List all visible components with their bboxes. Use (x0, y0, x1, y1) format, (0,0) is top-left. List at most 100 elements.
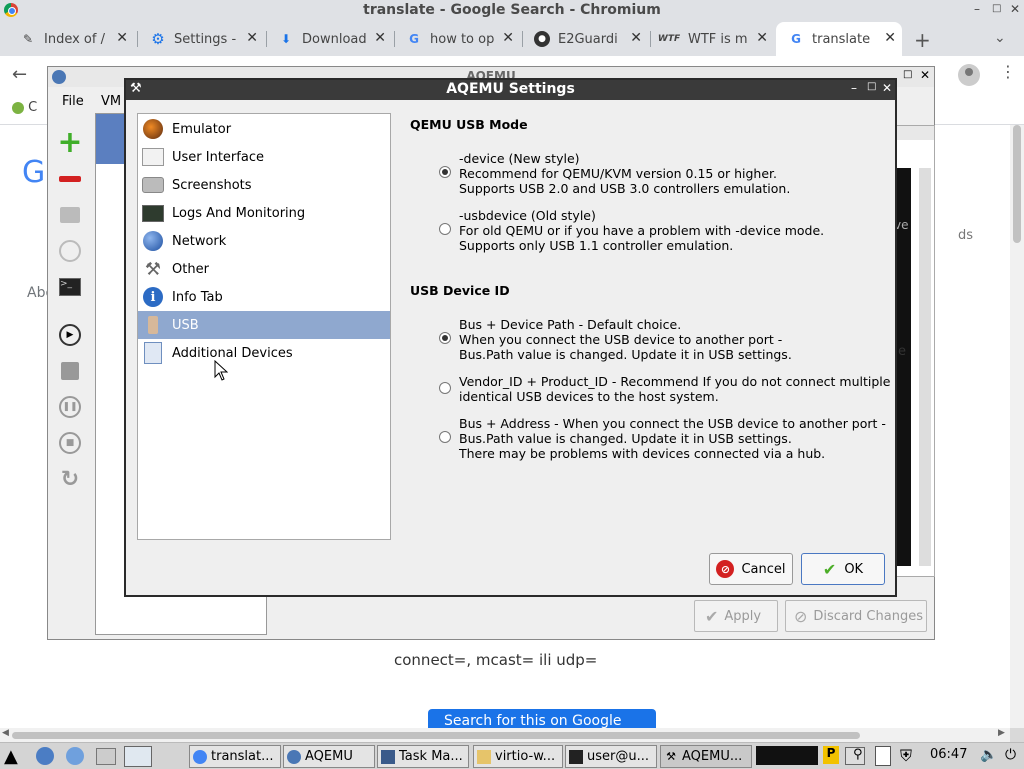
cancel-button[interactable]: ⊘ Cancel (709, 553, 793, 585)
avatar[interactable] (958, 64, 980, 86)
category-logs-and-monitoring[interactable]: Logs And Monitoring (138, 199, 390, 227)
close-tab-icon[interactable]: ✕ (884, 30, 896, 46)
search-on-google-label: Search for this on Google (444, 713, 622, 729)
maximize-icon[interactable]: □ (867, 81, 876, 92)
pause-icon: ❚❚ (59, 396, 81, 418)
start-menu-icon[interactable]: ▲ (4, 746, 18, 767)
pause-vm-button[interactable]: ❚❚ (56, 393, 84, 421)
category-emulator[interactable]: Emulator (138, 115, 390, 143)
close-tab-icon[interactable]: ✕ (116, 30, 128, 46)
tab-download[interactable]: ⬇ Download ✕ (266, 22, 392, 56)
usb-mode-device-radio[interactable] (439, 166, 451, 178)
vertical-scrollbar[interactable] (1010, 125, 1024, 728)
taskbar-item-chromium[interactable]: translat... (189, 745, 281, 768)
discard-changes-button[interactable]: ⊘ Discard Changes (785, 600, 927, 632)
menu-vm[interactable]: VM (101, 94, 121, 109)
delete-vm-button[interactable] (56, 165, 84, 193)
close-tab-icon[interactable]: ✕ (502, 30, 514, 46)
cancel-label: Cancel (741, 561, 786, 577)
tray-search-icon[interactable]: ⚲ (853, 747, 863, 762)
new-tab-button[interactable]: + (914, 28, 931, 52)
category-screenshots[interactable]: Screenshots (138, 171, 390, 199)
category-network[interactable]: Network (138, 227, 390, 255)
usb-id-bus-path-radio[interactable] (439, 332, 451, 344)
close-tab-icon[interactable]: ✕ (756, 30, 768, 46)
tab-how-to[interactable]: G how to op ✕ (394, 22, 520, 56)
tab-settings[interactable]: ⚙ Settings - ✕ (138, 22, 264, 56)
tray-shield-icon[interactable]: ⛨ (900, 746, 912, 766)
tray-clipboard-icon[interactable] (875, 746, 891, 766)
taskbar-item-virtio[interactable]: virtio-w... (473, 745, 563, 768)
vm-thumbnail[interactable] (96, 114, 126, 164)
minimize-icon[interactable]: – (851, 81, 857, 95)
desktop-launcher-icon[interactable] (124, 746, 152, 767)
usb-id-bus-address-radio[interactable] (439, 431, 451, 443)
close-icon[interactable]: ✕ (882, 81, 892, 95)
emulator-icon (142, 118, 164, 140)
chevron-down-icon[interactable]: ⌄ (994, 30, 1006, 46)
menu-icon[interactable]: ⋮ (1000, 62, 1016, 81)
cancel-circle-icon: ⊘ (716, 560, 735, 578)
usb-id-vendor-product-radio[interactable] (439, 382, 451, 394)
volume-icon[interactable]: 🔈 (980, 747, 997, 763)
taskbar-item-terminal[interactable]: user@u... (565, 745, 657, 768)
tools-icon: ⚒ (666, 750, 676, 763)
bookmark-item[interactable]: C (12, 100, 37, 115)
files-launcher-icon[interactable] (96, 748, 116, 765)
tab-wtf[interactable]: WTF WTF is m ✕ (646, 22, 774, 56)
usb-mode-usbdevice-radio[interactable] (439, 223, 451, 235)
apply-button[interactable]: ✔ Apply (694, 600, 778, 632)
save-vm-button[interactable] (56, 357, 84, 385)
stop-vm-button[interactable]: ■ (56, 429, 84, 457)
close-icon[interactable]: ✕ (920, 68, 930, 82)
clock: 06:47 (930, 747, 968, 762)
taskbar-item-aqemu[interactable]: AQEMU (283, 745, 375, 768)
power-icon[interactable]: ⏻ (1005, 747, 1016, 763)
browser-launcher-icon[interactable] (66, 747, 84, 765)
reset-vm-button[interactable]: ↻ (56, 465, 84, 493)
globe-launcher-icon[interactable] (36, 747, 54, 765)
add-vm-button[interactable]: + (56, 128, 84, 158)
tab-translate[interactable]: G translate ✕ (776, 22, 902, 56)
close-tab-icon[interactable]: ✕ (246, 30, 258, 46)
maximize-icon[interactable]: □ (903, 69, 912, 80)
category-usb[interactable]: USB (138, 311, 390, 339)
scroll-left-icon[interactable]: ◀ (2, 728, 9, 738)
tab-e2guardian[interactable]: ● E2Guardi ✕ (522, 22, 648, 56)
usb-id-vendor-product-option[interactable]: Vendor_ID + Product_ID - Recommend If yo… (459, 374, 890, 404)
terminal-icon (569, 749, 583, 764)
tab-label: E2Guardi (558, 31, 618, 47)
vm-settings-button[interactable] (56, 201, 84, 229)
minimize-icon[interactable]: – (974, 2, 980, 16)
scroll-right-icon[interactable]: ▶ (998, 728, 1005, 738)
menu-file[interactable]: File (62, 94, 84, 109)
usb-mode-device-option[interactable]: -device (New style) Recommend for QEMU/K… (459, 151, 790, 196)
taskbar-item-aqemu-settings[interactable]: ⚒ AQEMU... (660, 745, 752, 768)
start-vm-button[interactable]: ▶ (56, 321, 84, 349)
ok-button[interactable]: ✔ OK (801, 553, 885, 585)
category-info-tab[interactable]: i Info Tab (138, 283, 390, 311)
close-tab-icon[interactable]: ✕ (374, 30, 386, 46)
stop-icon: ■ (59, 432, 81, 454)
preview-scrollbar[interactable] (919, 168, 931, 566)
usb-id-bus-address-option[interactable]: Bus + Address - When you connect the USB… (459, 416, 886, 461)
close-icon[interactable]: ✕ (1010, 2, 1020, 16)
dialog-titlebar: ⚒ AQEMU Settings – □ ✕ (126, 80, 895, 100)
category-list[interactable]: Emulator User Interface Screenshots Logs… (137, 113, 391, 540)
usb-id-bus-path-option[interactable]: Bus + Device Path - Default choice. When… (459, 317, 792, 362)
broom-icon: ✎ (22, 32, 34, 46)
category-user-interface[interactable]: User Interface (138, 143, 390, 171)
maximize-icon[interactable]: □ (992, 3, 1001, 14)
back-arrow-icon[interactable]: ← (12, 64, 27, 85)
horizontal-scrollbar[interactable]: ◀ ▶ (0, 728, 1010, 742)
category-other[interactable]: ⚒ Other (138, 255, 390, 283)
timer-button[interactable] (56, 237, 84, 265)
category-additional-devices[interactable]: Additional Devices (138, 339, 390, 367)
apply-label: Apply (724, 608, 762, 624)
tray-p-icon[interactable]: P (823, 746, 839, 764)
taskbar-item-task-manager[interactable]: Task Ma... (377, 745, 469, 768)
tab-index[interactable]: ✎ Index of / ✕ (8, 22, 134, 56)
terminal-button[interactable]: >_ (56, 273, 84, 301)
usb-mode-usbdevice-option[interactable]: -usbdevice (Old style) For old QEMU or i… (459, 208, 824, 253)
close-tab-icon[interactable]: ✕ (630, 30, 642, 46)
